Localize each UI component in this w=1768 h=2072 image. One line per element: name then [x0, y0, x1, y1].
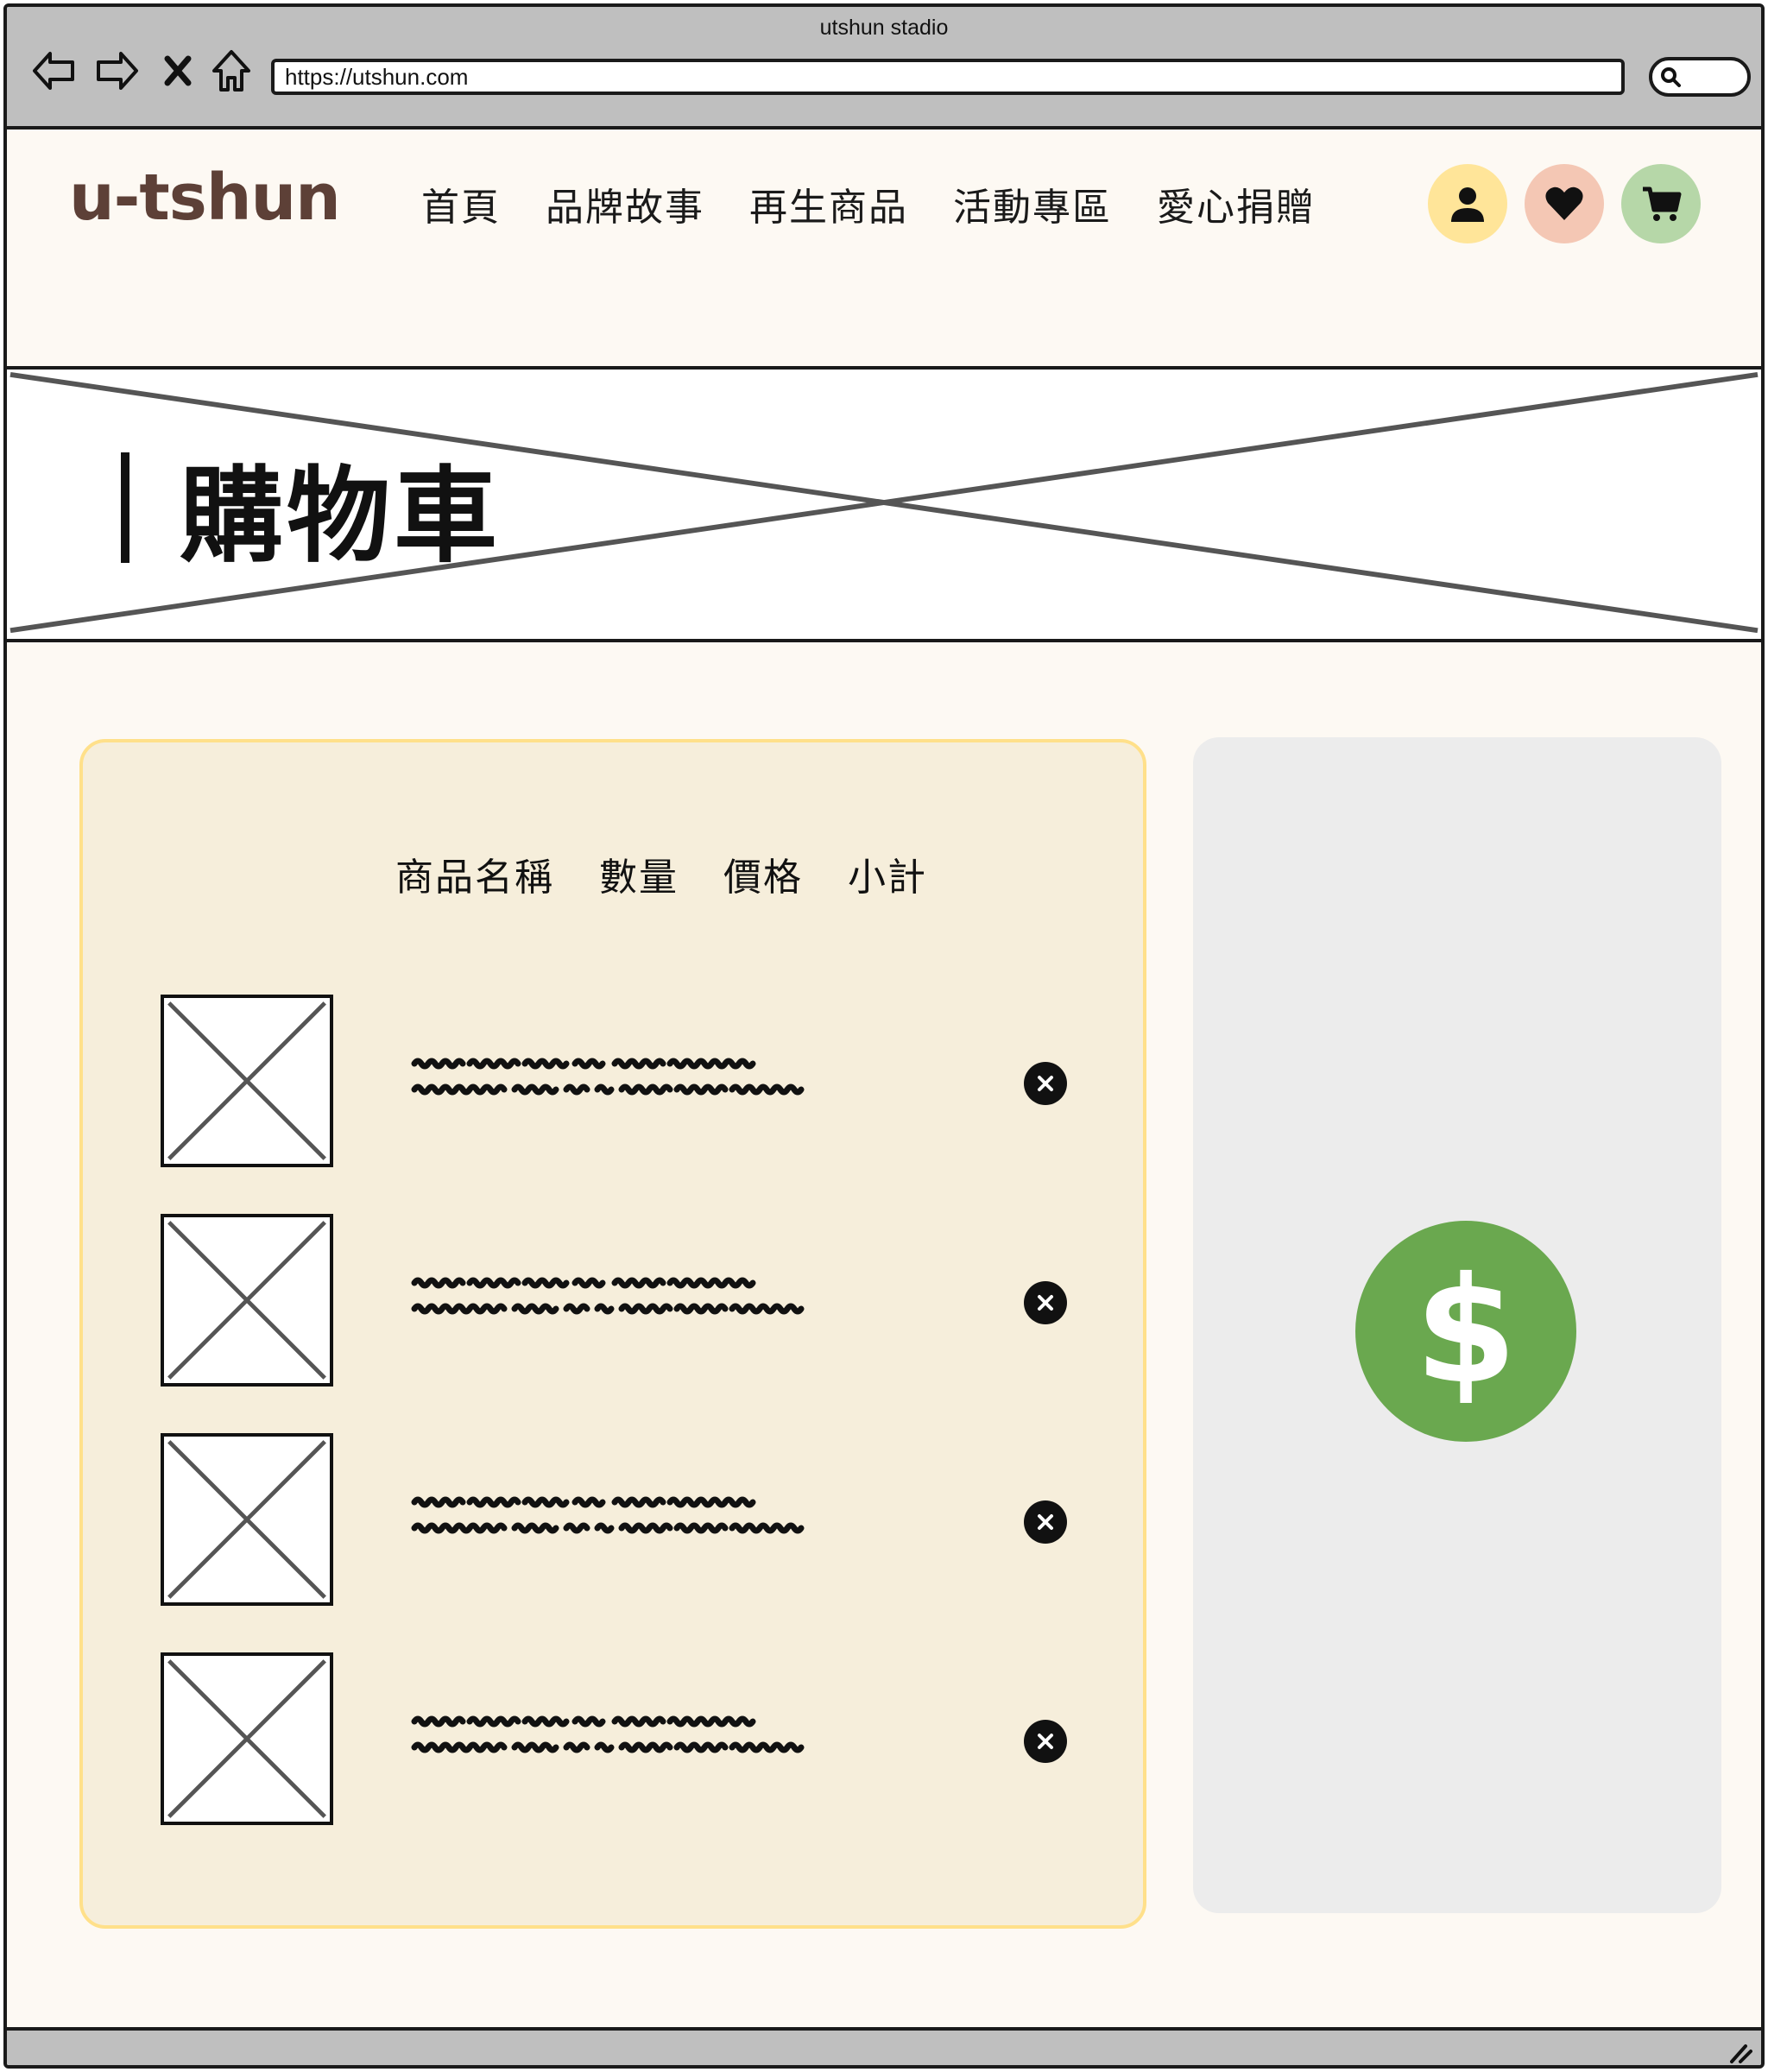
url-bar[interactable]: https://utshun.com [271, 59, 1625, 95]
nav-item-events[interactable]: 活動專區 [953, 176, 1112, 231]
dollar-icon: $ [1414, 1246, 1518, 1417]
status-bar [7, 2027, 1761, 2065]
nav-item-donation[interactable]: 愛心捐贈 [1157, 176, 1316, 231]
product-description-placeholder [411, 1485, 963, 1545]
cart-table-header: 商品名稱 數量 價格 小計 [395, 846, 927, 901]
remove-item-button[interactable] [1024, 1720, 1067, 1763]
nav-item-recycled-products[interactable]: 再生商品 [749, 176, 908, 231]
checkout-panel: $ [1193, 737, 1721, 1913]
remove-item-button[interactable] [1024, 1500, 1067, 1544]
product-image-placeholder [161, 1652, 333, 1825]
product-image-placeholder [161, 1433, 333, 1606]
title-accent-bar [121, 452, 129, 563]
column-header-product-name: 商品名稱 [395, 856, 554, 900]
checkout-button[interactable]: $ [1355, 1221, 1576, 1442]
page-title: 購物車 [180, 457, 501, 577]
wishlist-button[interactable] [1525, 164, 1604, 243]
site-logo[interactable]: u-tshun [69, 161, 341, 235]
window-title: utshun stadio [819, 16, 949, 40]
column-header-price: 價格 [723, 856, 803, 900]
page-banner: 購物車 [7, 366, 1761, 642]
cart-items-panel: 商品名稱 數量 價格 小計 [79, 739, 1146, 1929]
remove-item-button[interactable] [1024, 1062, 1067, 1105]
heart-icon [1545, 186, 1583, 220]
resize-grip-icon[interactable] [1727, 2041, 1752, 2065]
cart-icon [1643, 186, 1682, 221]
column-header-subtotal: 小計 [848, 856, 927, 900]
product-description-placeholder [411, 1266, 963, 1326]
cart-item [161, 1214, 1067, 1387]
product-image-placeholder [161, 995, 333, 1167]
close-icon [1038, 1734, 1053, 1749]
close-icon [1038, 1076, 1053, 1091]
remove-item-button[interactable] [1024, 1281, 1067, 1324]
close-icon[interactable] [161, 45, 195, 97]
cart-item [161, 1433, 1067, 1606]
nav-item-brand-story[interactable]: 品牌故事 [546, 176, 704, 231]
back-arrow-icon[interactable] [29, 45, 78, 97]
browser-window: utshun stadio https://utshun.com u-tshun… [3, 3, 1765, 2069]
user-icon [1451, 187, 1484, 222]
cart-button[interactable] [1621, 164, 1701, 243]
browser-toolbar: utshun stadio https://utshun.com [7, 7, 1761, 130]
search-icon [1661, 67, 1681, 87]
close-icon [1038, 1295, 1053, 1311]
product-description-placeholder [411, 1046, 963, 1107]
user-button[interactable] [1428, 164, 1507, 243]
search-field[interactable] [1649, 57, 1751, 97]
forward-arrow-icon[interactable] [93, 45, 142, 97]
main-nav: 首頁 品牌故事 再生商品 活動專區 愛心捐贈 [421, 176, 1316, 231]
product-image-placeholder [161, 1214, 333, 1387]
home-icon[interactable] [207, 45, 256, 97]
cart-item [161, 995, 1067, 1167]
column-header-quantity: 數量 [599, 856, 679, 900]
close-icon [1038, 1514, 1053, 1530]
cart-item [161, 1652, 1067, 1825]
product-description-placeholder [411, 1704, 963, 1765]
nav-item-home[interactable]: 首頁 [421, 176, 501, 231]
site-header: u-tshun 首頁 品牌故事 再生商品 活動專區 愛心捐贈 [7, 130, 1761, 371]
